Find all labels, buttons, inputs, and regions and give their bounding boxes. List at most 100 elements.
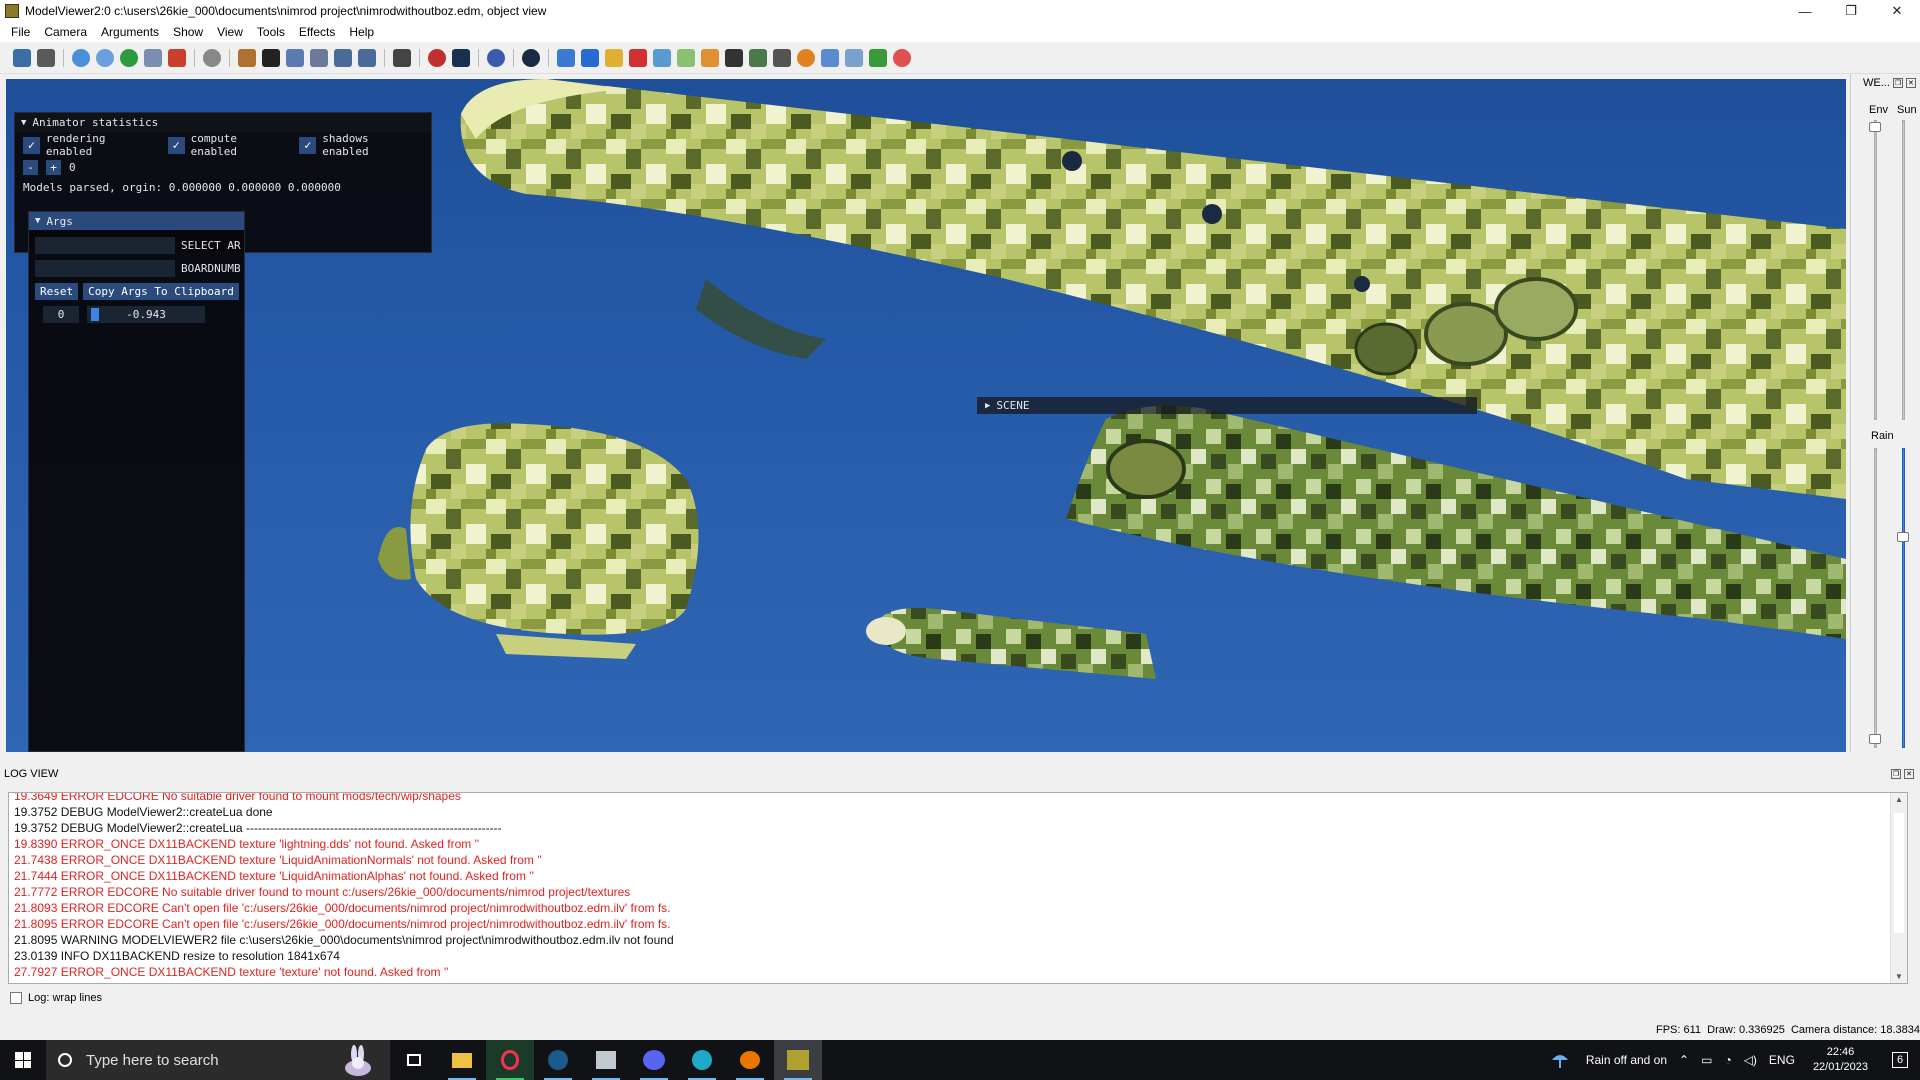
globe-icon[interactable]	[72, 48, 90, 67]
expand-icon[interactable]: ▶	[985, 401, 990, 411]
arg-value-slider[interactable]: -0.943	[87, 306, 205, 323]
compute-enabled-checkbox[interactable]: ✓	[167, 136, 185, 154]
menu-help[interactable]: Help	[342, 25, 381, 39]
opera-gx-icon[interactable]	[486, 1040, 534, 1080]
undo-icon[interactable]	[487, 48, 505, 67]
notification-center-icon[interactable]: 6	[1880, 1040, 1920, 1080]
rain-slider-track[interactable]	[1874, 448, 1877, 748]
menu-show[interactable]: Show	[166, 25, 210, 39]
scroll-down-icon[interactable]: ▼	[1895, 972, 1903, 981]
weather-text[interactable]: Rain off and on	[1586, 1053, 1667, 1067]
menu-file[interactable]: File	[4, 25, 37, 39]
env-slider-track[interactable]	[1874, 120, 1877, 420]
sun-slider-track[interactable]	[1902, 120, 1905, 420]
rain-intensity-thumb[interactable]	[1897, 532, 1909, 542]
minimize-button[interactable]: —	[1782, 0, 1828, 22]
collapse-icon[interactable]: ▼	[21, 118, 26, 128]
sun-icon[interactable]	[797, 48, 815, 67]
layers-icon[interactable]	[605, 48, 623, 67]
rain-weather-icon[interactable]	[1548, 1050, 1572, 1070]
grid-select-icon[interactable]	[262, 48, 280, 67]
animator-title-bar[interactable]: ▼ Animator statistics	[15, 113, 431, 132]
scene-header[interactable]: ▶ SCENE	[977, 397, 1477, 414]
chevron-up-icon[interactable]: ⌃	[1679, 1053, 1689, 1067]
dots-grid-icon[interactable]	[869, 48, 887, 67]
box-icon[interactable]	[629, 48, 647, 67]
clock[interactable]: 22:46 22/01/2023	[1813, 1045, 1868, 1075]
shadows-enabled-checkbox[interactable]: ✓	[299, 136, 317, 154]
cube-icon[interactable]	[581, 48, 599, 67]
edge-icon[interactable]	[678, 1040, 726, 1080]
color-icon[interactable]	[428, 48, 446, 67]
float-icon[interactable]: ❐	[1892, 78, 1903, 88]
start-button[interactable]	[0, 1040, 46, 1080]
export-icon[interactable]	[37, 48, 55, 67]
arg-index-field[interactable]: 0	[43, 306, 79, 323]
wifi-icon[interactable]: ◔	[1724, 1053, 1731, 1067]
args-title-bar[interactable]: ▼ Args	[29, 212, 244, 230]
target-icon[interactable]	[821, 48, 839, 67]
refresh-icon[interactable]	[120, 48, 138, 67]
menu-tools[interactable]: Tools	[250, 25, 292, 39]
menu-arguments[interactable]: Arguments	[94, 25, 166, 39]
mesh-icon[interactable]	[653, 48, 671, 67]
dcs-modelviewer-icon[interactable]	[774, 1040, 822, 1080]
monitor-icon[interactable]	[452, 48, 470, 67]
language-indicator[interactable]: ENG	[1769, 1053, 1795, 1067]
play-icon[interactable]	[522, 48, 540, 67]
close-button[interactable]: ✕	[1874, 0, 1920, 22]
increment-button[interactable]: +	[46, 159, 61, 175]
tank-icon[interactable]	[749, 48, 767, 67]
reset-button[interactable]: Reset	[35, 283, 79, 300]
close-icon[interactable]: ✕	[1905, 78, 1916, 88]
task-view-icon[interactable]	[390, 1040, 438, 1080]
decrement-button[interactable]: -	[23, 159, 38, 175]
filter-icon[interactable]	[286, 48, 304, 67]
lamp-icon[interactable]	[310, 48, 328, 67]
rendering-enabled-checkbox[interactable]: ✓	[23, 136, 40, 154]
render-icon[interactable]	[393, 48, 411, 67]
taskbar-search[interactable]: Type here to search	[46, 1040, 390, 1080]
3d-viewport[interactable]: ▼ Animator statistics ✓ rendering enable…	[6, 79, 1846, 752]
device-icon[interactable]: ▭	[1701, 1053, 1712, 1067]
discord-icon[interactable]	[630, 1040, 678, 1080]
menu-effects[interactable]: Effects	[292, 25, 342, 39]
close-icon[interactable]: ✕	[1904, 769, 1914, 779]
chart-icon[interactable]	[557, 48, 575, 67]
float-icon[interactable]: ❐	[1891, 769, 1901, 779]
modelviewer-taskbar-icon[interactable]	[582, 1040, 630, 1080]
collapse-icon[interactable]: ▼	[35, 216, 40, 226]
record-icon[interactable]	[893, 48, 911, 67]
board-number-input[interactable]	[35, 260, 175, 277]
pdf-icon[interactable]	[168, 48, 186, 67]
forward-icon[interactable]	[334, 48, 352, 67]
back-icon[interactable]	[358, 48, 376, 67]
volume-icon[interactable]: ◁)	[1744, 1053, 1757, 1067]
rain-intensity-track[interactable]	[1902, 448, 1905, 748]
steam-icon[interactable]	[534, 1040, 582, 1080]
rotate-icon[interactable]	[96, 48, 114, 67]
file-explorer-icon[interactable]	[438, 1040, 486, 1080]
log-scroll-thumb[interactable]	[1894, 813, 1904, 933]
bones-icon[interactable]	[725, 48, 743, 67]
graph-icon[interactable]	[701, 48, 719, 67]
car-icon[interactable]	[773, 48, 791, 67]
rain-slider-thumb[interactable]	[1869, 734, 1881, 744]
scroll-up-icon[interactable]: ▲	[1895, 795, 1903, 804]
env-slider-thumb[interactable]	[1869, 122, 1881, 132]
camera-icon[interactable]	[203, 48, 221, 67]
save-icon[interactable]	[13, 48, 31, 67]
frame-icon[interactable]	[144, 48, 162, 67]
texture-icon[interactable]	[677, 48, 695, 67]
select-arg-input[interactable]	[35, 237, 175, 254]
blender-icon[interactable]	[726, 1040, 774, 1080]
wrap-lines-checkbox[interactable]	[10, 992, 22, 1004]
menu-view[interactable]: View	[210, 25, 250, 39]
maximize-button[interactable]: ❐	[1828, 0, 1874, 22]
copy-args-button[interactable]: Copy Args To Clipboard	[83, 283, 239, 300]
pivot-icon[interactable]	[238, 48, 256, 67]
log-output[interactable]: 19.3649 ERROR EDCORE No suitable driver …	[8, 792, 1908, 984]
log-scrollbar[interactable]: ▲ ▼	[1890, 793, 1907, 983]
menu-camera[interactable]: Camera	[37, 25, 94, 39]
wireframe-icon[interactable]	[845, 48, 863, 67]
